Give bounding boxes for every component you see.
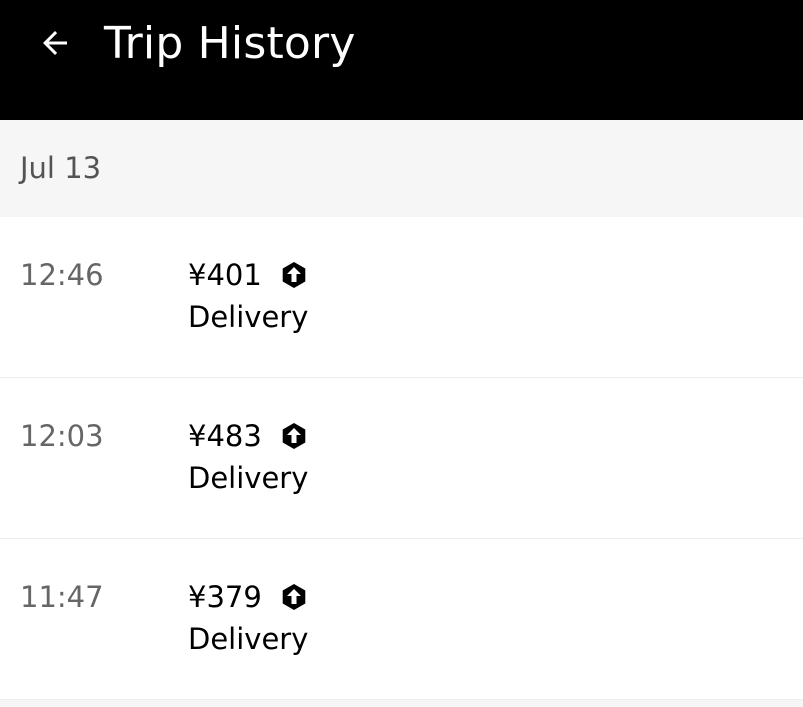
trip-row[interactable]: 12:46 ¥401 Delivery: [0, 217, 803, 378]
trip-time: 11:47: [20, 580, 104, 614]
date-label: Jul 13: [20, 151, 102, 185]
back-button[interactable]: [32, 18, 78, 68]
fare-line: ¥379: [188, 579, 308, 615]
fare-line: ¥483: [188, 418, 308, 454]
top-app-bar: Trip History: [0, 0, 803, 120]
trip-service-type: Delivery: [188, 461, 309, 495]
trip-list: 12:46 ¥401 Delivery 12:03 ¥483 Delivery …: [0, 217, 803, 700]
trip-details: ¥483 Delivery: [188, 418, 308, 496]
trip-row[interactable]: 11:47 ¥379 Delivery: [0, 539, 803, 700]
trip-service-type: Delivery: [188, 300, 309, 334]
upload-hexagon-icon: [280, 583, 308, 611]
trip-service-type: Delivery: [188, 622, 309, 656]
date-section-header: Jul 13: [0, 120, 803, 217]
trip-time: 12:46: [20, 258, 104, 292]
upload-hexagon-icon: [280, 261, 308, 289]
trip-details: ¥401 Delivery: [188, 257, 308, 335]
trip-details: ¥379 Delivery: [188, 579, 308, 657]
trip-fare: ¥483: [188, 419, 262, 453]
fare-line: ¥401: [188, 257, 308, 293]
trip-time: 12:03: [20, 419, 104, 453]
arrow-left-icon: [43, 31, 67, 55]
upload-hexagon-icon: [280, 422, 308, 450]
trip-history-screen: Trip History Jul 13 12:46 ¥401 Delivery: [0, 0, 803, 707]
trip-row[interactable]: 12:03 ¥483 Delivery: [0, 378, 803, 539]
page-title: Trip History: [104, 18, 356, 69]
trip-fare: ¥379: [188, 580, 262, 614]
trip-fare: ¥401: [188, 258, 262, 292]
list-bottom-divider: [0, 700, 803, 707]
